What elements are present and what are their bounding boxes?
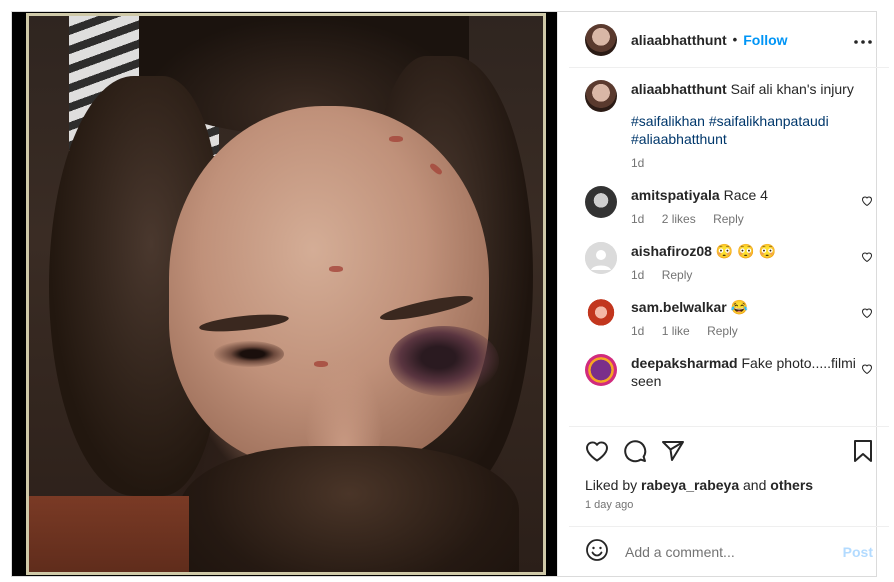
post-time: 1 day ago: [585, 499, 634, 511]
post-media[interactable]: [12, 12, 557, 576]
comment-username[interactable]: deepaksharmad: [631, 355, 738, 371]
emoji-icon[interactable]: [585, 538, 609, 565]
post-button[interactable]: Post: [843, 544, 873, 560]
liked-by-and: and: [739, 477, 771, 493]
liked-by-user[interactable]: rabeya_rabeya: [641, 477, 739, 493]
comment-icon[interactable]: [623, 439, 647, 466]
comment-likes[interactable]: 1 like: [662, 324, 690, 338]
caption: aliaabhatthunt Saif ali khan's injury #s…: [585, 80, 873, 172]
separator-dot: •: [732, 32, 738, 47]
avatar[interactable]: [585, 23, 617, 56]
liked-by: Liked by rabeya_rabeya and others: [585, 477, 873, 493]
caption-username[interactable]: aliaabhatthunt: [631, 81, 727, 97]
add-comment-bar: Add a comment... Post: [569, 526, 889, 576]
post-actions: Liked by rabeya_rabeya and others 1 day …: [569, 426, 889, 526]
comment-input[interactable]: Add a comment...: [625, 544, 843, 560]
comment-item: aishafiroz08 😳 😳 😳 1d Reply: [585, 242, 873, 284]
post-header: aliaabhatthunt • Follow: [569, 12, 889, 68]
share-icon[interactable]: [661, 439, 685, 466]
author-username[interactable]: aliaabhatthunt: [631, 32, 727, 48]
like-comment-heart-icon[interactable]: [861, 250, 873, 265]
caption-text: Saif ali khan's injury: [730, 81, 854, 97]
caption-time: 1d: [631, 156, 645, 170]
like-heart-icon[interactable]: [585, 440, 609, 465]
comment-text: 😳 😳 😳: [715, 243, 776, 259]
post-photo: [26, 13, 546, 575]
follow-button[interactable]: Follow: [743, 32, 787, 48]
reply-button[interactable]: Reply: [707, 324, 738, 338]
like-comment-heart-icon[interactable]: [861, 362, 873, 377]
liked-by-others[interactable]: others: [770, 477, 813, 493]
comment-username[interactable]: amitspatiyala: [631, 187, 720, 203]
avatar[interactable]: [585, 186, 617, 218]
comment-time: 1d: [631, 212, 645, 226]
comments-list[interactable]: aliaabhatthunt Saif ali khan's injury #s…: [569, 68, 889, 426]
bookmark-icon[interactable]: [853, 439, 873, 466]
comment-text: Race 4: [723, 187, 768, 203]
comment-item: sam.belwalkar 😂 1d 1 like Reply: [585, 298, 873, 340]
comment-item: amitspatiyala Race 4 1d 2 likes Reply: [585, 186, 873, 228]
avatar[interactable]: [585, 354, 617, 386]
post-sidebar: aliaabhatthunt • Follow aliaabhatthunt S…: [569, 12, 889, 576]
instagram-post-embed: aliaabhatthunt • Follow aliaabhatthunt S…: [11, 11, 889, 577]
avatar[interactable]: [585, 80, 617, 112]
avatar[interactable]: [585, 298, 617, 330]
comment-item: deepaksharmad Fake photo.....filmi seen: [585, 354, 873, 390]
comment-text: 😂: [730, 299, 749, 315]
reply-button[interactable]: Reply: [662, 268, 693, 282]
comment-username[interactable]: sam.belwalkar: [631, 299, 727, 315]
scrollbar[interactable]: [557, 12, 569, 576]
avatar[interactable]: [585, 242, 617, 274]
reply-button[interactable]: Reply: [713, 212, 744, 226]
like-comment-heart-icon[interactable]: [861, 194, 873, 209]
hashtags[interactable]: #saifalikhan #saifalikhanpataudi #aliaab…: [631, 112, 873, 148]
comment-username[interactable]: aishafiroz08: [631, 243, 712, 259]
more-icon[interactable]: [853, 29, 873, 50]
like-comment-heart-icon[interactable]: [861, 306, 873, 321]
comment-time: 1d: [631, 268, 645, 282]
comment-time: 1d: [631, 324, 645, 338]
liked-by-prefix: Liked by: [585, 477, 642, 493]
comment-likes[interactable]: 2 likes: [662, 212, 696, 226]
